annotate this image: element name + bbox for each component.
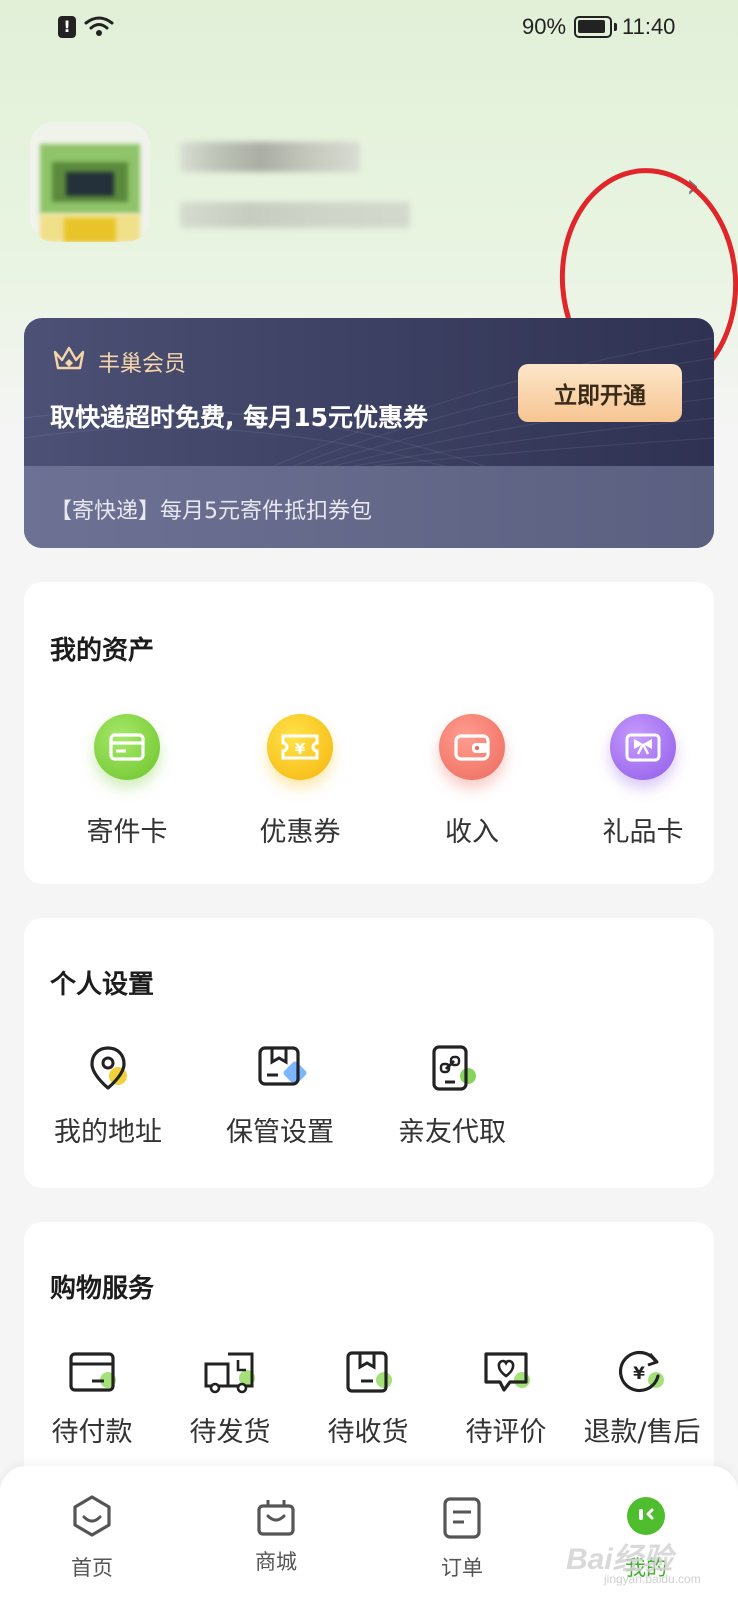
- nav-orders[interactable]: 订单: [402, 1466, 522, 1600]
- asset-send-card[interactable]: 寄件卡: [77, 714, 177, 864]
- user-id-blurred: [180, 202, 410, 228]
- shopping-label: 退款/售后: [583, 1417, 701, 1448]
- package-icon: [346, 1351, 392, 1393]
- heart-chat-icon: [484, 1352, 530, 1392]
- shopping-label: 待收货: [327, 1417, 409, 1448]
- assets-title: 我的资产: [50, 636, 155, 666]
- battery-percentage: 90%: [522, 14, 567, 39]
- nav-label: 订单: [441, 1556, 483, 1580]
- shopping-label: 待评价: [465, 1417, 547, 1448]
- settings-label: 我的地址: [54, 1117, 162, 1148]
- asset-label: 收入: [445, 817, 499, 848]
- wallet-icon: [439, 714, 505, 780]
- settings-title: 个人设置: [50, 970, 155, 1000]
- svg-text:¥: ¥: [633, 1364, 645, 1384]
- location-pin-icon: [90, 1046, 127, 1090]
- shopping-bag-icon: [257, 1500, 295, 1536]
- svg-text:¥: ¥: [295, 740, 306, 758]
- alert-icon: !: [58, 16, 76, 38]
- crown-icon: [53, 346, 85, 370]
- wallet-card-icon: [69, 1352, 116, 1392]
- clock: 11:40: [622, 14, 676, 39]
- phone-link-icon: [432, 1045, 476, 1091]
- nav-label: 首页: [71, 1556, 113, 1580]
- status-bar: ! 90% 11:40: [0, 0, 738, 56]
- profile-icon: [627, 1497, 665, 1535]
- settings-family-pickup[interactable]: 亲友代取: [390, 1044, 514, 1164]
- settings-label: 亲友代取: [398, 1117, 506, 1148]
- member-coupon-text: 【寄快递】每月5元寄件抵扣券包: [50, 499, 372, 524]
- member-description: 取快递超时免费, 每月15元优惠券: [50, 403, 428, 432]
- asset-label: 优惠券: [259, 817, 341, 848]
- assets-card: 我的资产 寄件卡 ¥ 优惠券 收入 礼品卡: [24, 582, 714, 884]
- nav-home[interactable]: 首页: [32, 1466, 152, 1600]
- asset-income[interactable]: 收入: [422, 714, 522, 864]
- storage-box-icon: [258, 1046, 307, 1086]
- settings-label: 保管设置: [226, 1117, 334, 1148]
- shopping-pending-shipment[interactable]: 待发货: [180, 1350, 280, 1470]
- asset-gift-card[interactable]: 礼品卡: [593, 714, 693, 864]
- asset-label: 寄件卡: [86, 817, 168, 848]
- watermark-url: jingyan.baidu.com: [604, 1572, 701, 1586]
- shopping-refund[interactable]: ¥ 退款/售后: [576, 1350, 708, 1470]
- wifi-icon: [84, 16, 114, 36]
- nav-mall[interactable]: 商城: [216, 1466, 336, 1600]
- refund-icon: ¥: [618, 1350, 664, 1393]
- gift-icon: [610, 714, 676, 780]
- settings-card: 个人设置 我的地址 保管设置 亲友代取: [24, 918, 714, 1188]
- shopping-pending-payment[interactable]: 待付款: [42, 1350, 142, 1470]
- shopping-label: 待发货: [189, 1417, 271, 1448]
- nav-label: 商城: [255, 1550, 297, 1574]
- activate-membership-button[interactable]: 立即开通: [518, 364, 682, 422]
- settings-address[interactable]: 我的地址: [46, 1044, 170, 1164]
- shopping-pending-receipt[interactable]: 待收货: [318, 1350, 418, 1470]
- shopping-label: 待付款: [51, 1417, 133, 1448]
- asset-coupon[interactable]: ¥ 优惠券: [250, 714, 350, 864]
- truck-icon: [204, 1352, 255, 1394]
- avatar[interactable]: [30, 122, 150, 242]
- asset-label: 礼品卡: [602, 817, 684, 848]
- member-title: 丰巢会员: [98, 352, 187, 377]
- card-icon: [94, 714, 160, 780]
- settings-storage[interactable]: 保管设置: [218, 1044, 342, 1164]
- order-icon: [443, 1497, 481, 1539]
- shopping-pending-review[interactable]: 待评价: [456, 1350, 556, 1470]
- username-blurred: [180, 142, 360, 172]
- battery-icon: [574, 16, 617, 38]
- member-card[interactable]: 丰巢会员 取快递超时免费, 每月15元优惠券 立即开通 【寄快递】每月5元寄件抵…: [24, 318, 714, 548]
- shopping-title: 购物服务: [50, 1274, 155, 1304]
- home-icon: [73, 1495, 111, 1537]
- coupon-icon: ¥: [267, 714, 333, 780]
- profile-header[interactable]: ›: [0, 100, 738, 400]
- member-coupon-strip[interactable]: 【寄快递】每月5元寄件抵扣券包: [24, 466, 714, 548]
